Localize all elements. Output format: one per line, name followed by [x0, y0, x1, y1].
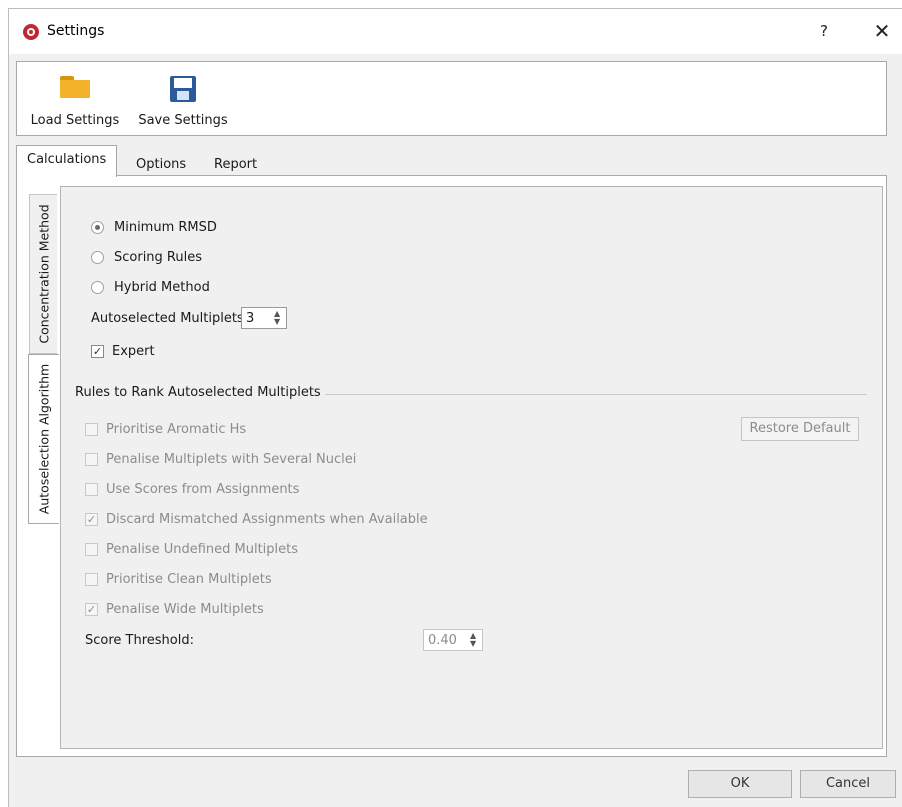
checkbox-label: Use Scores from Assignments	[106, 481, 300, 497]
checkbox-label: Expert	[112, 343, 155, 359]
checkbox[interactable]	[85, 452, 98, 466]
score-threshold-spinbox[interactable]: 0.40 ▲ ▼	[423, 629, 483, 651]
rule-use-scores-from-assignments[interactable]: Use Scores from Assignments	[85, 479, 299, 499]
side-tab-label: Autoselection Algorithm	[36, 363, 52, 515]
autoselected-multiplets-spinbox[interactable]: 3 ▲ ▼	[241, 307, 287, 329]
cancel-button[interactable]: Cancel	[800, 770, 896, 798]
checkbox-label: Penalise Undefined Multiplets	[106, 541, 299, 557]
floppy-disk-icon	[170, 76, 196, 102]
restore-default-button[interactable]: Restore Default	[741, 417, 859, 441]
load-settings-button[interactable]: Load Settings	[27, 62, 123, 135]
rule-prioritise-aromatic-hs[interactable]: Prioritise Aromatic Hs	[85, 419, 246, 439]
checkbox[interactable]: ✓	[85, 512, 98, 526]
rule-penalise-undefined-multiplets[interactable]: Penalise Undefined Multiplets	[85, 539, 298, 559]
checkbox[interactable]	[85, 542, 98, 556]
calculations-panel: Concentration Method Autoselection Algor…	[16, 175, 887, 757]
radio-button[interactable]	[91, 250, 104, 264]
spinbox-value: 3	[246, 310, 255, 326]
checkbox[interactable]	[85, 572, 98, 586]
radio-hybrid-method[interactable]: Hybrid Method	[91, 277, 210, 297]
radio-scoring-rules[interactable]: Scoring Rules	[91, 247, 202, 267]
rule-penalise-wide-multiplets[interactable]: ✓ Penalise Wide Multiplets	[85, 599, 264, 619]
radio-minimum-rmsd[interactable]: Minimum RMSD	[91, 217, 217, 237]
checkbox[interactable]	[85, 482, 98, 496]
tab-calculations[interactable]: Calculations	[16, 145, 118, 177]
checkbox-label: Penalise Multiplets with Several Nuclei	[106, 451, 357, 467]
checkbox-label: Prioritise Clean Multiplets	[106, 571, 272, 587]
rule-prioritise-clean-multiplets[interactable]: Prioritise Clean Multiplets	[85, 569, 272, 589]
save-settings-label: Save Settings	[138, 113, 228, 128]
radio-label: Minimum RMSD	[114, 219, 217, 235]
checkbox[interactable]	[85, 422, 98, 436]
close-button[interactable]: ✕	[867, 17, 897, 45]
expert-checkbox[interactable]: ✓ Expert	[91, 341, 155, 361]
side-tab-label: Concentration Method	[36, 204, 51, 344]
spin-arrows-icon[interactable]: ▲ ▼	[270, 308, 286, 328]
rule-penalise-several-nuclei[interactable]: Penalise Multiplets with Several Nuclei	[85, 449, 356, 469]
checkbox-label: Prioritise Aromatic Hs	[106, 421, 247, 437]
rule-discard-mismatched-assignments[interactable]: ✓ Discard Mismatched Assignments when Av…	[85, 509, 428, 529]
title-bar: Settings ? ✕	[9, 9, 902, 54]
window-title: Settings	[47, 23, 105, 39]
toolbar: Load Settings Save Settings	[16, 61, 887, 136]
spinbox-value: 0.40	[428, 632, 457, 648]
folder-icon	[60, 76, 90, 98]
radio-label: Hybrid Method	[114, 279, 210, 295]
app-logo-icon	[23, 24, 39, 40]
autoselected-multiplets-label: Autoselected Multiplets	[91, 311, 244, 326]
score-threshold-label: Score Threshold:	[85, 633, 194, 648]
checkbox[interactable]: ✓	[85, 602, 98, 616]
rules-group-title: Rules to Rank Autoselected Multiplets	[75, 385, 325, 400]
side-tab-autoselection-algorithm[interactable]: Autoselection Algorithm	[28, 354, 59, 524]
side-tab-concentration-method[interactable]: Concentration Method	[29, 194, 57, 354]
radio-label: Scoring Rules	[114, 249, 203, 265]
spin-arrows-icon[interactable]: ▲ ▼	[466, 630, 482, 650]
save-settings-button[interactable]: Save Settings	[135, 62, 231, 135]
checkbox-label: Discard Mismatched Assignments when Avai…	[106, 511, 428, 527]
load-settings-label: Load Settings	[30, 113, 120, 128]
radio-button[interactable]	[91, 280, 104, 294]
checkbox-label: Penalise Wide Multiplets	[106, 601, 264, 617]
ok-button[interactable]: OK	[688, 770, 792, 798]
radio-button[interactable]	[91, 220, 104, 234]
autoselection-panel: Minimum RMSD Scoring Rules Hybrid Method…	[60, 186, 883, 749]
help-button[interactable]: ?	[809, 19, 839, 43]
checkbox[interactable]: ✓	[91, 344, 104, 358]
